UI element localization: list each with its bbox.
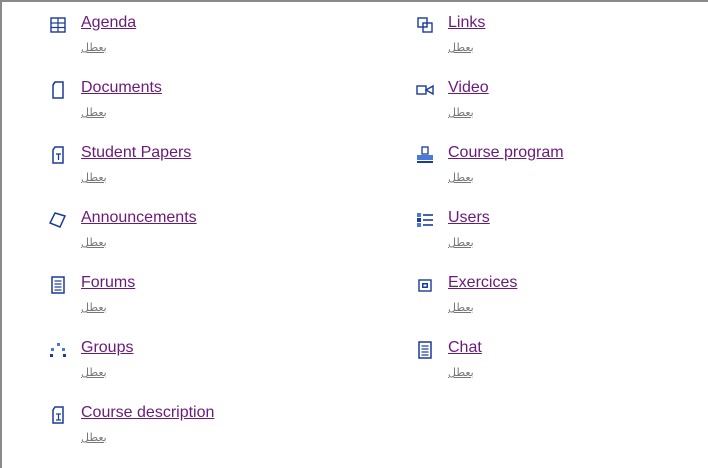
chat-icon[interactable]	[416, 341, 434, 359]
agenda-disable-link[interactable]: بعطل	[81, 41, 107, 54]
groups-icon[interactable]	[49, 341, 67, 359]
users-link[interactable]: Users	[448, 209, 490, 227]
course-description-link[interactable]: Course description	[81, 404, 214, 422]
exercices-disable-link[interactable]: بعطل	[448, 301, 474, 314]
course-description-disable-link[interactable]: بعطل	[81, 431, 107, 444]
links-icon[interactable]	[416, 16, 434, 34]
users-icon[interactable]	[416, 211, 434, 229]
video-link[interactable]: Video	[448, 79, 489, 97]
student-papers-disable-link[interactable]: بعطل	[81, 171, 107, 184]
video-icon[interactable]	[416, 81, 434, 99]
chat-link[interactable]: Chat	[448, 339, 482, 357]
users-disable-link[interactable]: بعطل	[448, 236, 474, 249]
video-disable-link[interactable]: بعطل	[448, 106, 474, 119]
links-link[interactable]: Links	[448, 14, 485, 32]
documents-link[interactable]: Documents	[81, 79, 162, 97]
exercises-icon[interactable]	[416, 276, 434, 294]
student-paper-icon[interactable]	[49, 146, 67, 164]
student-papers-link[interactable]: Student Papers	[81, 144, 191, 162]
agenda-link[interactable]: Agenda	[81, 14, 136, 32]
frame-border	[0, 0, 708, 468]
announcements-link[interactable]: Announcements	[81, 209, 197, 227]
announcement-icon[interactable]	[49, 211, 67, 229]
course-program-icon[interactable]	[416, 146, 434, 164]
course-description-icon[interactable]	[49, 406, 67, 424]
documents-disable-link[interactable]: بعطل	[81, 106, 107, 119]
course-program-disable-link[interactable]: بعطل	[448, 171, 474, 184]
forum-icon[interactable]	[49, 276, 67, 294]
announcements-disable-link[interactable]: بعطل	[81, 236, 107, 249]
calendar-grid-icon[interactable]	[49, 16, 67, 34]
course-program-link[interactable]: Course program	[448, 144, 564, 162]
exercices-link[interactable]: Exercices	[448, 274, 517, 292]
forums-disable-link[interactable]: بعطل	[81, 301, 107, 314]
groups-disable-link[interactable]: بعطل	[81, 366, 107, 379]
forums-link[interactable]: Forums	[81, 274, 135, 292]
links-disable-link[interactable]: بعطل	[448, 41, 474, 54]
groups-link[interactable]: Groups	[81, 339, 133, 357]
document-icon[interactable]	[49, 81, 67, 99]
chat-disable-link[interactable]: بعطل	[448, 366, 474, 379]
